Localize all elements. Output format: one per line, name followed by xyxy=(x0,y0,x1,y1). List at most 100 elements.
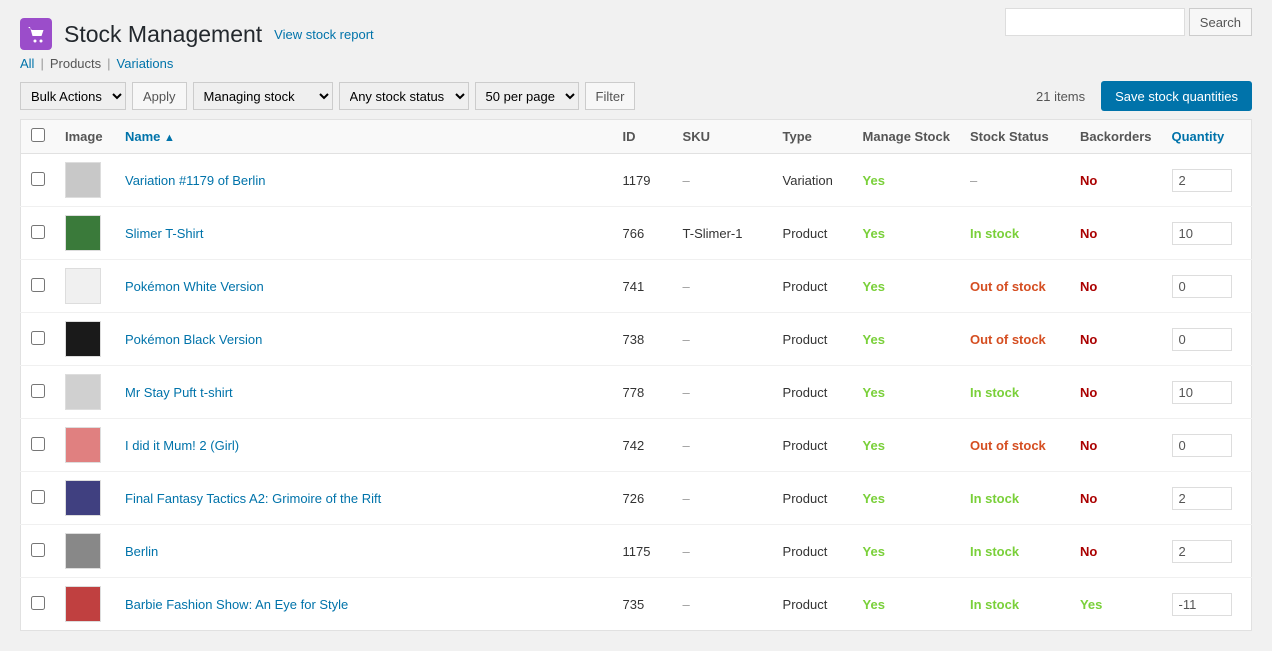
row-name: Variation #1179 of Berlin xyxy=(115,154,613,207)
th-stock-status: Stock Status xyxy=(960,120,1070,154)
save-stock-button[interactable]: Save stock quantities xyxy=(1101,81,1252,111)
row-sku: – xyxy=(673,472,773,525)
row-type: Product xyxy=(773,313,853,366)
row-sku: – xyxy=(673,419,773,472)
row-checkbox[interactable] xyxy=(31,490,45,504)
row-sku: – xyxy=(673,154,773,207)
row-id: 778 xyxy=(613,366,673,419)
table-row: Slimer T-Shirt 766 T-Slimer-1 Product Ye… xyxy=(21,207,1252,260)
row-checkbox-cell xyxy=(21,472,56,525)
row-quantity[interactable] xyxy=(1162,419,1252,472)
product-thumbnail xyxy=(65,321,101,357)
row-name: Pokémon Black Version xyxy=(115,313,613,366)
row-id: 735 xyxy=(613,578,673,631)
row-sku: – xyxy=(673,260,773,313)
product-thumbnail xyxy=(65,427,101,463)
filter-button[interactable]: Filter xyxy=(585,82,636,110)
row-checkbox[interactable] xyxy=(31,437,45,451)
row-image-cell xyxy=(55,260,115,313)
product-thumbnail xyxy=(65,162,101,198)
table-row: Pokémon Black Version 738 – Product Yes … xyxy=(21,313,1252,366)
row-checkbox[interactable] xyxy=(31,384,45,398)
row-backorders: No xyxy=(1070,419,1162,472)
per-page-select[interactable]: 50 per page xyxy=(475,82,579,110)
row-image-cell xyxy=(55,154,115,207)
tablenav: Bulk Actions Apply Managing stock Any st… xyxy=(20,81,1252,111)
row-backorders: No xyxy=(1070,313,1162,366)
page-title: Stock Management xyxy=(64,23,262,46)
row-stock-status: Out of stock xyxy=(960,313,1070,366)
row-quantity[interactable] xyxy=(1162,260,1252,313)
quantity-input[interactable] xyxy=(1172,381,1232,404)
row-type: Product xyxy=(773,525,853,578)
quantity-input[interactable] xyxy=(1172,540,1232,563)
row-manage-stock: Yes xyxy=(853,260,960,313)
search-button[interactable]: Search xyxy=(1189,8,1252,36)
items-count: 21 items xyxy=(1036,89,1085,104)
row-checkbox[interactable] xyxy=(31,596,45,610)
row-checkbox-cell xyxy=(21,419,56,472)
row-backorders: No xyxy=(1070,525,1162,578)
product-thumbnail xyxy=(65,586,101,622)
search-input[interactable] xyxy=(1005,8,1185,36)
row-sku: – xyxy=(673,578,773,631)
row-name: I did it Mum! 2 (Girl) xyxy=(115,419,613,472)
quantity-input[interactable] xyxy=(1172,328,1232,351)
quantity-input[interactable] xyxy=(1172,222,1232,245)
row-type: Product xyxy=(773,366,853,419)
row-stock-status: In stock xyxy=(960,525,1070,578)
row-name: Berlin xyxy=(115,525,613,578)
row-type: Product xyxy=(773,419,853,472)
row-name: Mr Stay Puft t-shirt xyxy=(115,366,613,419)
nav-all[interactable]: All xyxy=(20,56,34,71)
row-quantity[interactable] xyxy=(1162,578,1252,631)
row-sku: T-Slimer-1 xyxy=(673,207,773,260)
managing-stock-select[interactable]: Managing stock xyxy=(193,82,333,110)
search-area: Search xyxy=(1005,8,1252,36)
th-name[interactable]: Name ▲ xyxy=(115,120,613,154)
apply-button[interactable]: Apply xyxy=(132,82,187,110)
row-checkbox-cell xyxy=(21,366,56,419)
quantity-input[interactable] xyxy=(1172,487,1232,510)
sep-2: | xyxy=(107,56,110,71)
row-stock-status: In stock xyxy=(960,207,1070,260)
product-thumbnail xyxy=(65,374,101,410)
row-quantity[interactable] xyxy=(1162,207,1252,260)
row-manage-stock: Yes xyxy=(853,313,960,366)
row-manage-stock: Yes xyxy=(853,207,960,260)
row-checkbox-cell xyxy=(21,525,56,578)
row-quantity[interactable] xyxy=(1162,313,1252,366)
th-manage-stock: Manage Stock xyxy=(853,120,960,154)
row-checkbox-cell xyxy=(21,313,56,366)
row-stock-status: – xyxy=(960,154,1070,207)
row-quantity[interactable] xyxy=(1162,154,1252,207)
row-type: Product xyxy=(773,578,853,631)
row-quantity[interactable] xyxy=(1162,525,1252,578)
row-quantity[interactable] xyxy=(1162,366,1252,419)
row-quantity[interactable] xyxy=(1162,472,1252,525)
row-id: 738 xyxy=(613,313,673,366)
stock-status-select[interactable]: Any stock status xyxy=(339,82,469,110)
row-type: Variation xyxy=(773,154,853,207)
row-name: Slimer T-Shirt xyxy=(115,207,613,260)
row-backorders: No xyxy=(1070,207,1162,260)
th-checkbox xyxy=(21,120,56,154)
row-checkbox[interactable] xyxy=(31,331,45,345)
view-report-link[interactable]: View stock report xyxy=(274,27,373,42)
select-all-checkbox[interactable] xyxy=(31,128,45,142)
quantity-input[interactable] xyxy=(1172,434,1232,457)
nav-variations[interactable]: Variations xyxy=(117,56,174,71)
bulk-actions-select[interactable]: Bulk Actions xyxy=(20,82,126,110)
row-checkbox[interactable] xyxy=(31,172,45,186)
row-checkbox-cell xyxy=(21,578,56,631)
row-backorders: No xyxy=(1070,472,1162,525)
row-name: Pokémon White Version xyxy=(115,260,613,313)
quantity-input[interactable] xyxy=(1172,169,1232,192)
quantity-input[interactable] xyxy=(1172,275,1232,298)
row-checkbox[interactable] xyxy=(31,225,45,239)
row-stock-status: In stock xyxy=(960,578,1070,631)
quantity-input[interactable] xyxy=(1172,593,1232,616)
nav-products[interactable]: Products xyxy=(50,56,101,71)
row-checkbox[interactable] xyxy=(31,278,45,292)
row-checkbox[interactable] xyxy=(31,543,45,557)
